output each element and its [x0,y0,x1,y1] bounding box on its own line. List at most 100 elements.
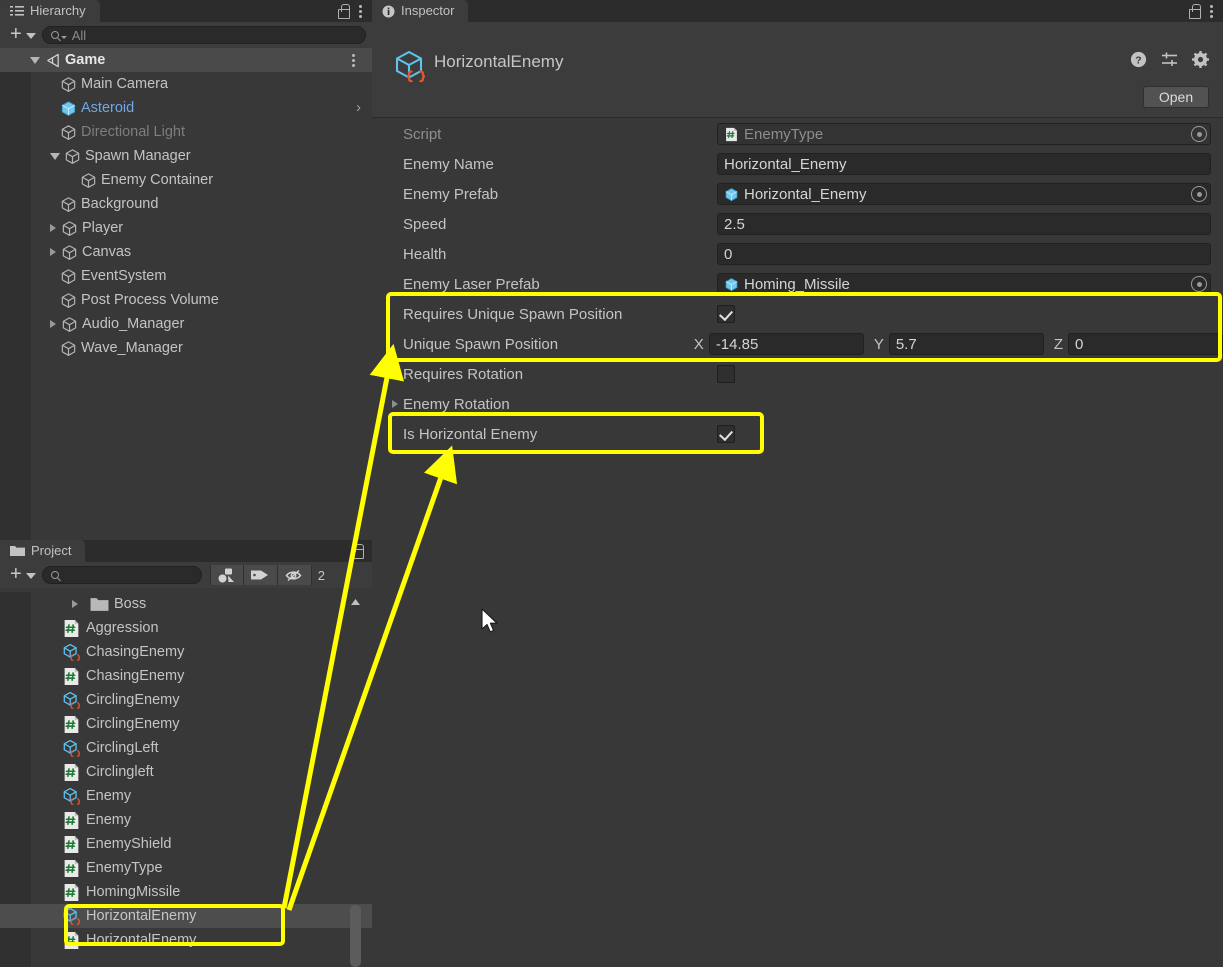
property-field-enemy-name[interactable]: Horizontal_Enemy [717,153,1211,175]
csharp-script-icon [62,859,81,878]
foldout-closed-icon[interactable] [50,224,56,232]
property-row-script: Script EnemyType [372,119,1223,149]
project-item-label: Enemy [86,812,132,828]
foldout-closed-icon[interactable] [50,320,56,328]
lock-icon[interactable] [1188,4,1201,19]
tab-inspector-label: Inspector [401,3,455,18]
hierarchy-item-game[interactable]: Game [0,48,372,72]
chevron-down-icon[interactable] [25,32,36,39]
project-scrollbar-thumb[interactable] [350,905,361,967]
project-item-enemyshield[interactable]: EnemyShield [0,832,372,856]
preset-icon[interactable] [1161,51,1178,68]
property-field-enemy-prefab[interactable]: Horizontal_Enemy [717,183,1211,205]
label-filter-icon[interactable] [243,565,278,585]
property-field-speed[interactable]: 2.5 [717,213,1211,235]
search-icon [50,571,59,579]
axis-input-x[interactable]: -14.85 [708,333,864,355]
hierarchy-search-input[interactable]: All [41,26,366,44]
checkbox-is-horizontal-enemy[interactable] [717,425,735,443]
hierarchy-item-canvas[interactable]: Canvas [0,240,372,264]
axis-input-y[interactable]: 5.7 [888,333,1044,355]
project-item-boss[interactable]: Boss [0,592,372,616]
chevron-down-icon[interactable] [25,572,36,579]
inspector-object-name: HorizontalEnemy [434,52,564,71]
hierarchy-item-post-process-volume[interactable]: Post Process Volume [0,288,372,312]
help-icon[interactable]: ? [1130,51,1147,68]
hierarchy-item-eventsystem[interactable]: EventSystem [0,264,372,288]
object-picker-icon[interactable] [1191,276,1207,292]
project-item-circlingenemy[interactable]: CirclingEnemy [0,712,372,736]
hierarchy-add-label: + [10,23,22,45]
project-item-homingmissile[interactable]: HomingMissile [0,880,372,904]
foldout-closed-icon[interactable] [392,400,398,408]
property-row-enemy-name: Enemy Name Horizontal_Enemy [372,149,1223,179]
project-item-aggression[interactable]: Aggression [0,616,372,640]
project-panel: Project + 2 Boss Aggression ChasingEnemy… [0,540,372,967]
csharp-script-icon [62,619,81,638]
hidden-items-icon[interactable] [277,565,312,585]
hierarchy-item-label: Spawn Manager [85,148,191,164]
property-field-enemy-laser-prefab[interactable]: Homing_Missile [717,273,1211,295]
open-button[interactable]: Open [1143,86,1209,108]
kebab-menu-icon[interactable] [352,52,356,68]
foldout-open-icon[interactable] [30,56,40,64]
foldout-closed-icon[interactable] [72,600,78,608]
kebab-menu-icon[interactable] [359,3,363,19]
project-item-horizontalenemy[interactable]: HorizontalEnemy [0,904,372,928]
type-filter-icon[interactable] [209,565,244,585]
hierarchy-item-directional-light[interactable]: Directional Light [0,120,372,144]
gameobject-cube-icon [60,76,77,93]
tab-hierarchy[interactable]: Hierarchy [0,0,100,22]
gear-icon[interactable] [1192,51,1209,68]
object-picker-icon[interactable] [1191,186,1207,202]
chevron-right-icon[interactable]: › [356,100,361,116]
checkbox-requires-rotation[interactable] [717,365,735,383]
hierarchy-item-label: Canvas [82,244,132,260]
hierarchy-item-main-camera[interactable]: Main Camera [0,72,372,96]
scriptable-object-icon [62,691,81,710]
lock-icon[interactable] [337,4,350,19]
project-search-input[interactable] [41,566,202,584]
project-item-chasingenemy[interactable]: ChasingEnemy [0,664,372,688]
lock-icon[interactable] [351,544,364,559]
project-item-horizontalenemy[interactable]: HorizontalEnemy [0,928,372,952]
property-field-script[interactable]: EnemyType [717,123,1211,145]
kebab-menu-icon[interactable] [1210,3,1214,19]
axis-value: 0 [1075,335,1084,353]
property-label: Unique Spawn Position [403,335,559,353]
hierarchy-item-label: Audio_Manager [82,316,185,332]
gameobject-cube-icon [61,220,78,237]
foldout-closed-icon[interactable] [50,248,56,256]
scroll-up-arrow-icon[interactable] [349,596,362,608]
hierarchy-item-enemy-container[interactable]: Enemy Container [0,168,372,192]
foldout-open-icon[interactable] [50,152,60,160]
hierarchy-item-label: Background [81,196,159,212]
property-field-health[interactable]: 0 [717,243,1211,265]
property-row-enemy-laser-prefab: Enemy Laser Prefab Homing_Missile [372,269,1223,299]
tab-project[interactable]: Project [0,540,86,562]
hierarchy-item-audio-manager[interactable]: Audio_Manager [0,312,372,336]
project-item-enemy[interactable]: Enemy [0,808,372,832]
scriptable-object-icon [62,643,81,662]
project-item-enemytype[interactable]: EnemyType [0,856,372,880]
csharp-script-icon [62,883,81,902]
project-item-circlingleft[interactable]: CirclingLeft [0,736,372,760]
project-add-button[interactable]: + [6,564,38,586]
tab-inspector[interactable]: Inspector [372,0,469,22]
hierarchy-item-background[interactable]: Background [0,192,372,216]
axis-input-z[interactable]: 0 [1068,333,1223,355]
project-item-circlingenemy[interactable]: CirclingEnemy [0,688,372,712]
hierarchy-item-wave-manager[interactable]: Wave_Manager [0,336,372,360]
hierarchy-add-button[interactable]: + [6,24,38,46]
project-item-circlingleft[interactable]: Circlingleft [0,760,372,784]
hierarchy-item-player[interactable]: Player [0,216,372,240]
project-item-chasingenemy[interactable]: ChasingEnemy [0,640,372,664]
checkbox-requires-unique-spawn-position[interactable] [717,305,735,323]
property-row-enemy-prefab: Enemy Prefab Horizontal_Enemy [372,179,1223,209]
object-picker-icon[interactable] [1191,126,1207,142]
project-item-enemy[interactable]: Enemy [0,784,372,808]
hierarchy-item-asteroid[interactable]: Asteroid › [0,96,372,120]
axis-value: -14.85 [715,335,759,353]
property-value: Homing_Missile [744,275,850,293]
hierarchy-item-spawn-manager[interactable]: Spawn Manager [0,144,372,168]
